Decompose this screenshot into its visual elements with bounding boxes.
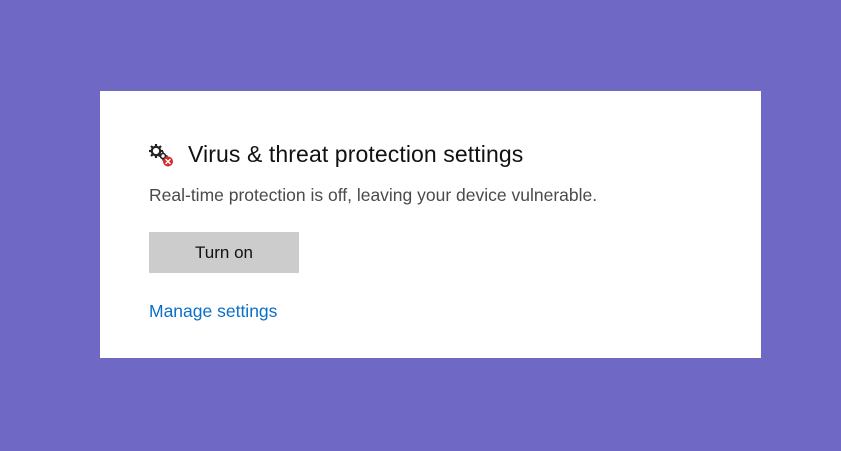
- status-description: Real-time protection is off, leaving you…: [149, 185, 598, 205]
- manage-settings-link[interactable]: Manage settings: [149, 301, 277, 322]
- section-header: Virus & threat protection settings: [148, 141, 523, 168]
- page-title: Virus & threat protection settings: [188, 141, 524, 167]
- settings-warning-icon: [148, 142, 174, 168]
- threat-protection-card: Virus & threat protection settings Real-…: [100, 91, 761, 358]
- turn-on-button[interactable]: Turn on: [149, 232, 299, 273]
